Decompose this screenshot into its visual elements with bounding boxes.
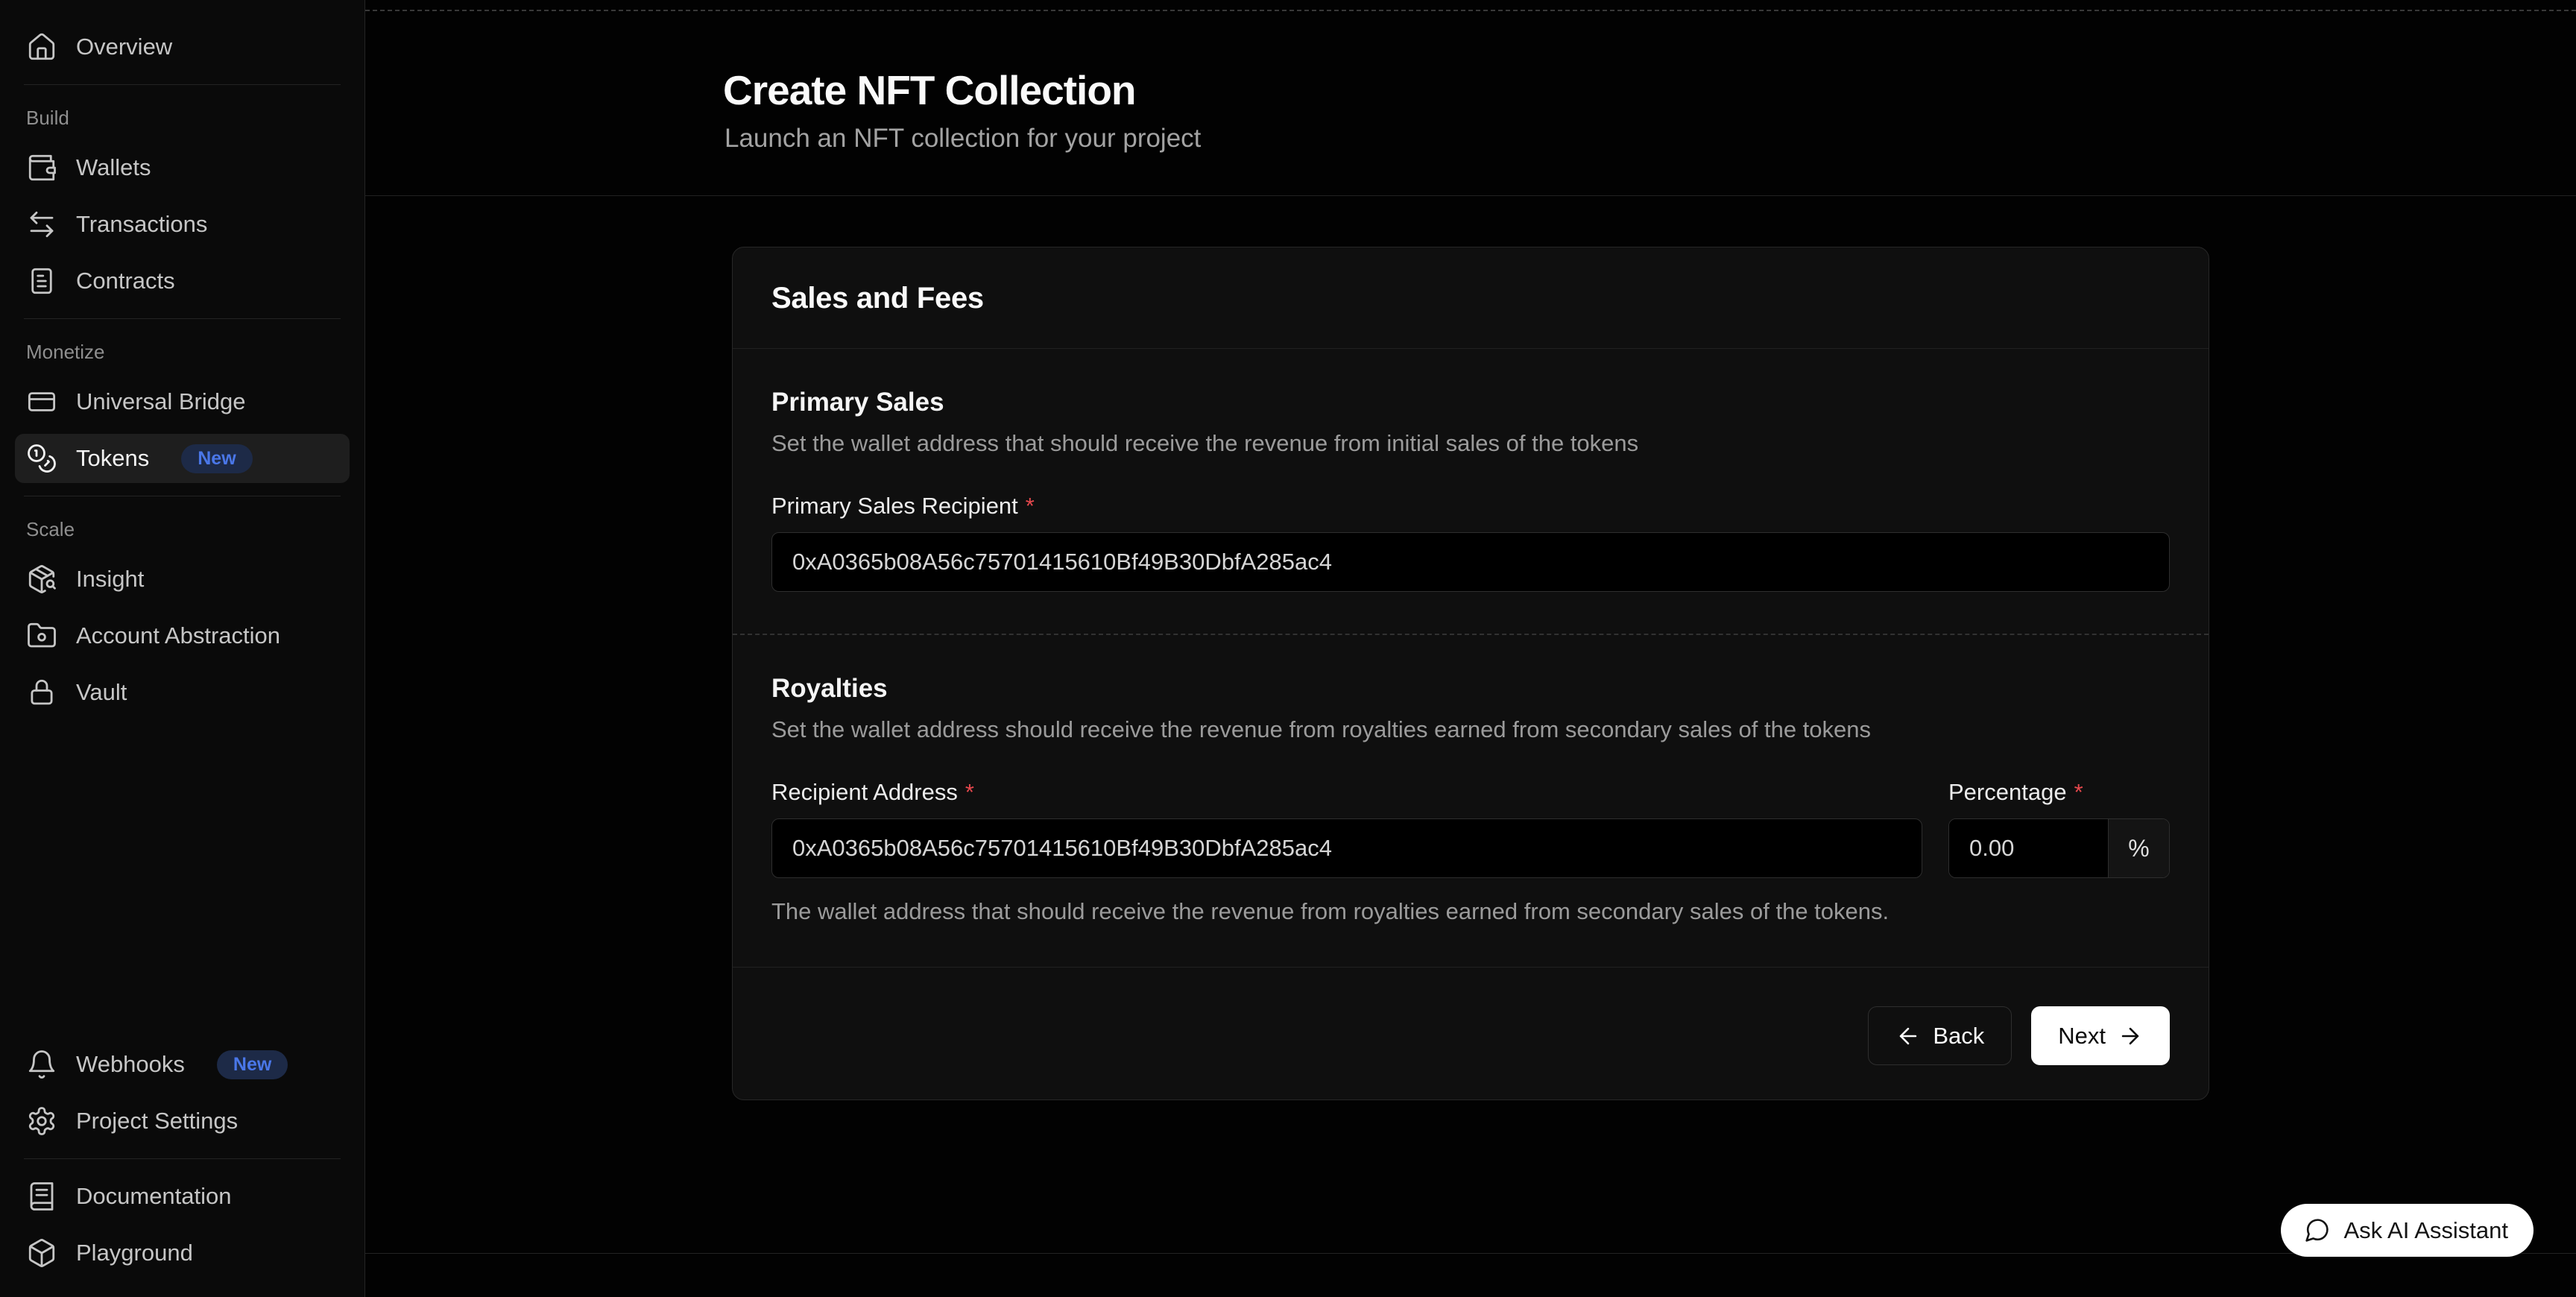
page-subtitle: Launch an NFT collection for your projec… [724, 124, 2576, 154]
back-button-label: Back [1933, 1023, 1984, 1050]
sidebar-item-label: Contracts [76, 268, 175, 294]
wallet-icon [26, 152, 57, 183]
sidebar-item-label: Insight [76, 566, 144, 593]
primary-sales-section: Primary Sales Set the wallet address tha… [733, 349, 2209, 634]
sidebar-item-label: Tokens [76, 445, 149, 472]
sidebar-item-label: Webhooks [76, 1051, 185, 1078]
package-search-icon [26, 564, 57, 595]
royalty-recipient-input[interactable] [771, 818, 1922, 878]
percentage-input[interactable] [1949, 819, 2108, 877]
coins-icon [26, 443, 57, 474]
sidebar-item-tokens[interactable]: Tokens New [15, 434, 350, 483]
next-button-label: Next [2058, 1023, 2106, 1050]
sidebar-item-label: Transactions [76, 211, 207, 238]
sidebar-item-universal-bridge[interactable]: Universal Bridge [15, 377, 350, 426]
label-text: Recipient Address [771, 779, 958, 806]
file-text-icon [26, 265, 57, 297]
lock-icon [26, 677, 57, 708]
sidebar-item-account-abstraction[interactable]: Account Abstraction [15, 611, 350, 660]
sidebar-section-build: Build [26, 107, 338, 130]
royalty-recipient-field: Recipient Address * [771, 779, 1922, 878]
sidebar-section-scale: Scale [26, 518, 338, 541]
primary-sales-description: Set the wallet address that should recei… [771, 430, 2170, 457]
sidebar-item-documentation[interactable]: Documentation [15, 1172, 350, 1221]
bell-icon [26, 1049, 57, 1080]
required-asterisk: * [2074, 779, 2083, 806]
top-dashed-divider [365, 0, 2576, 11]
ask-ai-assistant-label: Ask AI Assistant [2343, 1217, 2508, 1244]
sidebar-section-monetize: Monetize [26, 341, 338, 364]
card-title: Sales and Fees [771, 282, 2170, 315]
royalties-description: Set the wallet address should receive th… [771, 716, 2170, 743]
percent-suffix: % [2108, 819, 2169, 877]
sidebar-item-label: Universal Bridge [76, 388, 245, 415]
sidebar-divider [24, 318, 341, 319]
arrows-left-right-icon [26, 209, 57, 240]
sidebar-item-transactions[interactable]: Transactions [15, 200, 350, 249]
content-area: Sales and Fees Primary Sales Set the wal… [365, 196, 2576, 1100]
arrow-left-icon [1895, 1023, 1921, 1049]
sidebar-item-project-settings[interactable]: Project Settings [15, 1096, 350, 1146]
sidebar-item-label: Project Settings [76, 1108, 238, 1135]
card-header: Sales and Fees [733, 247, 2209, 349]
cube-icon [26, 1237, 57, 1269]
royalties-heading: Royalties [771, 674, 2170, 704]
book-icon [26, 1181, 57, 1212]
sidebar-item-label: Vault [76, 679, 127, 706]
page-header: Create NFT Collection Launch an NFT coll… [365, 11, 2576, 196]
sidebar-item-label: Account Abstraction [76, 622, 280, 649]
sidebar-item-contracts[interactable]: Contracts [15, 256, 350, 306]
back-button[interactable]: Back [1868, 1006, 2012, 1065]
gear-icon [26, 1105, 57, 1137]
sidebar-item-webhooks[interactable]: Webhooks New [15, 1040, 350, 1089]
royalties-helper-text: The wallet address that should receive t… [771, 898, 2170, 925]
royalties-fields-row: Recipient Address * Percentage * % [771, 779, 2170, 878]
main-content: Create NFT Collection Launch an NFT coll… [365, 0, 2576, 1297]
primary-sales-recipient-input[interactable] [771, 532, 2170, 592]
sidebar-item-overview[interactable]: Overview [15, 22, 350, 72]
sidebar-item-wallets[interactable]: Wallets [15, 143, 350, 192]
folder-icon [26, 620, 57, 651]
label-text: Percentage [1948, 779, 2067, 806]
label-text: Primary Sales Recipient [771, 493, 1018, 520]
royalty-percentage-field: Percentage * % [1948, 779, 2170, 878]
sidebar-item-playground[interactable]: Playground [15, 1228, 350, 1278]
sidebar-item-label: Playground [76, 1240, 193, 1266]
arrow-right-icon [2118, 1023, 2143, 1049]
page-title: Create NFT Collection [723, 66, 2576, 114]
home-icon [26, 31, 57, 63]
sales-and-fees-card: Sales and Fees Primary Sales Set the wal… [732, 247, 2209, 1100]
required-asterisk: * [1026, 493, 1035, 520]
ask-ai-assistant-button[interactable]: Ask AI Assistant [2281, 1204, 2534, 1257]
sidebar-item-label: Overview [76, 34, 172, 60]
sidebar-item-label: Wallets [76, 154, 151, 181]
primary-sales-heading: Primary Sales [771, 388, 2170, 417]
primary-sales-recipient-label: Primary Sales Recipient * [771, 493, 2170, 520]
percentage-input-group: % [1948, 818, 2170, 878]
required-asterisk: * [965, 779, 974, 806]
royalties-section: Royalties Set the wallet address should … [733, 635, 2209, 967]
sidebar-item-vault[interactable]: Vault [15, 668, 350, 717]
bottom-border-line [365, 1253, 2576, 1254]
sidebar-divider [24, 84, 341, 85]
new-badge: New [217, 1050, 288, 1079]
sidebar-divider [24, 1158, 341, 1159]
percentage-label: Percentage * [1948, 779, 2170, 806]
chat-bubble-icon [2303, 1216, 2331, 1244]
card-footer: Back Next [733, 967, 2209, 1099]
sidebar: Overview Build Wallets Transactions Cont… [0, 0, 365, 1297]
sidebar-bottom: Webhooks New Project Settings Documentat… [15, 1040, 350, 1278]
recipient-address-label: Recipient Address * [771, 779, 1922, 806]
new-badge: New [181, 444, 252, 473]
sidebar-item-label: Documentation [76, 1183, 232, 1210]
sidebar-item-insight[interactable]: Insight [15, 555, 350, 604]
next-button[interactable]: Next [2031, 1006, 2170, 1065]
credit-card-icon [26, 386, 57, 417]
